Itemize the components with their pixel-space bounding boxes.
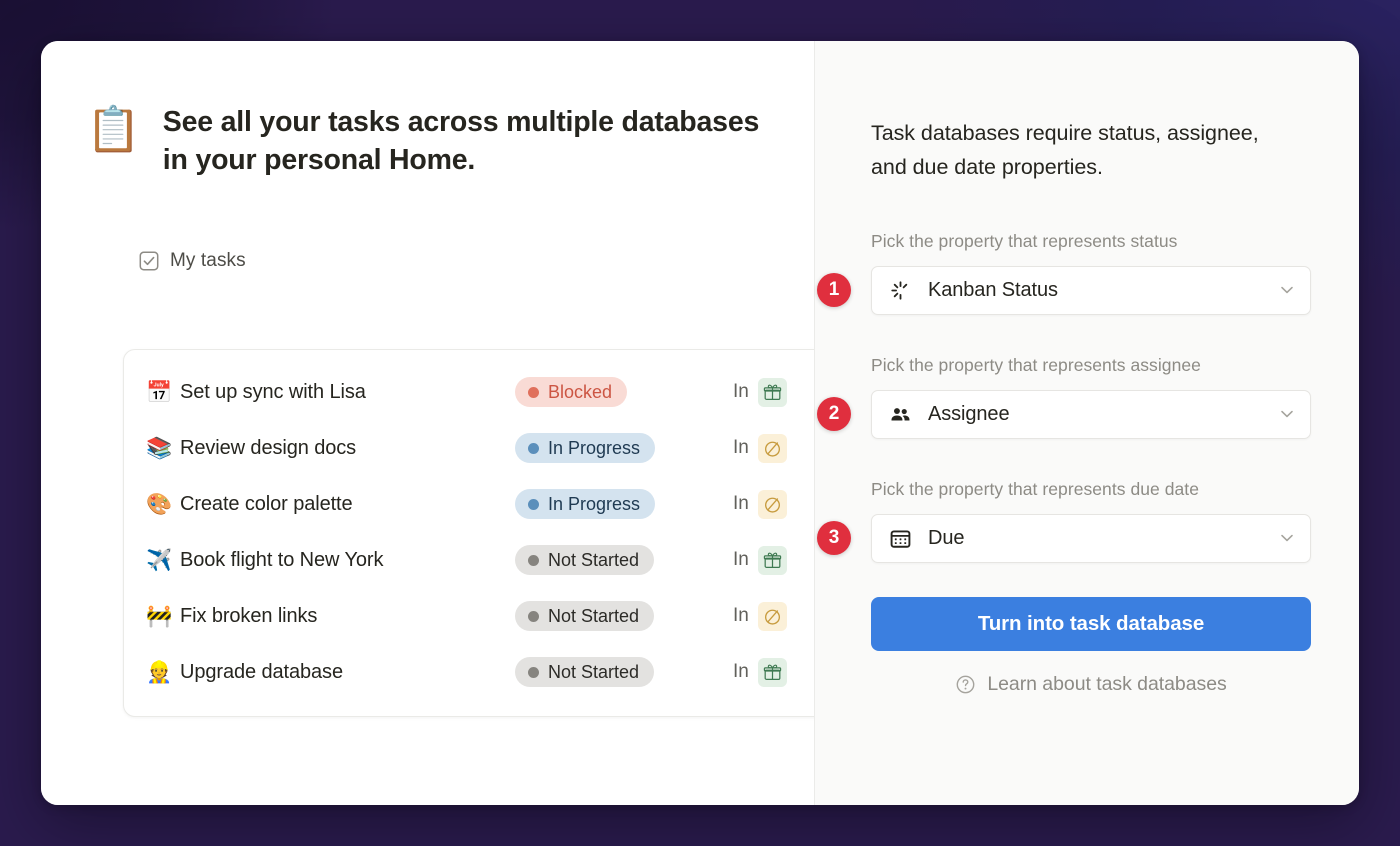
task-row[interactable]: ✈️ Book flight to New York Not Started In — [124, 532, 814, 588]
construction-worker-emoji: 👷 — [146, 660, 173, 684]
task-in-cell: In — [733, 601, 787, 631]
in-column-label: In — [733, 661, 749, 682]
gift-icon — [757, 657, 787, 687]
right-config-pane: Task databases require status, assignee,… — [815, 41, 1359, 805]
step-badge: 2 — [817, 397, 851, 432]
field-label: Pick the property that represents assign… — [871, 354, 1201, 375]
property-field-2: Pick the property that represents assign… — [817, 354, 1311, 439]
property-select[interactable]: Kanban Status — [871, 265, 1311, 315]
status-dot — [528, 498, 539, 510]
task-status-cell: Not Started — [515, 545, 705, 575]
checkbox-checked-icon — [139, 251, 159, 271]
status-dot — [528, 666, 539, 678]
status-badge[interactable]: Not Started — [515, 545, 655, 575]
property-select-value: Kanban Status — [928, 278, 1058, 301]
status-label: Not Started — [548, 549, 640, 570]
status-badge[interactable]: Blocked — [515, 377, 628, 407]
status-badge[interactable]: Not Started — [515, 657, 655, 687]
status-dot — [528, 554, 539, 566]
task-row[interactable]: 🚧 Fix broken links Not Started In — [124, 588, 814, 644]
in-column-label: In — [733, 605, 749, 626]
property-select[interactable]: Assignee — [871, 389, 1311, 439]
in-column-label: In — [733, 493, 749, 514]
chevron-down-icon — [1281, 535, 1293, 542]
property-field-1: Pick the property that represents status… — [817, 230, 1311, 315]
circle-slash-icon — [757, 489, 787, 519]
property-select-value: Assignee — [928, 402, 1010, 425]
task-title: Book flight to New York — [180, 548, 384, 571]
property-fields-container: Pick the property that represents status… — [817, 230, 1311, 563]
turn-into-task-database-button[interactable]: Turn into task database — [871, 596, 1311, 651]
in-column-label: In — [733, 381, 749, 402]
status-dot — [528, 610, 539, 622]
artist-palette-emoji: 🎨 — [146, 492, 173, 516]
task-in-cell: In — [733, 545, 787, 575]
task-row[interactable]: 👷 Upgrade database Not Started In — [124, 644, 814, 700]
my-tasks-header: My tasks — [139, 250, 814, 272]
status-label: In Progress — [548, 493, 641, 514]
task-title: Upgrade database — [180, 660, 343, 683]
clipboard-emoji: 📋 — [86, 105, 141, 154]
task-title: Create color palette — [180, 492, 353, 515]
status-dot — [528, 442, 539, 454]
config-intro-text: Task databases require status, assignee,… — [871, 121, 1259, 179]
task-title: Set up sync with Lisa — [180, 380, 366, 403]
calendar-icon — [888, 526, 912, 550]
page-title: See all your tasks across multiple datab… — [162, 106, 760, 177]
task-row[interactable]: 📚 Review design docs In Progress In — [124, 420, 814, 476]
onboarding-modal: 📋 See all your tasks across multiple dat… — [41, 41, 1359, 805]
learn-about-task-databases-link[interactable]: Learn about task databases — [871, 673, 1311, 696]
property-select[interactable]: Due — [871, 513, 1311, 563]
task-in-cell: In — [733, 489, 787, 519]
task-in-cell: In — [733, 377, 787, 407]
task-status-cell: In Progress — [515, 433, 705, 463]
task-status-cell: Blocked — [515, 377, 705, 407]
status-dot — [528, 386, 539, 398]
task-status-cell: Not Started — [515, 657, 705, 687]
status-badge[interactable]: Not Started — [515, 601, 655, 631]
status-label: Not Started — [548, 605, 640, 626]
chevron-down-icon — [1281, 287, 1293, 294]
spinner-status-icon — [888, 278, 912, 302]
task-row[interactable]: 🎨 Create color palette In Progress In — [124, 476, 814, 532]
property-select-value: Due — [928, 526, 965, 549]
status-badge[interactable]: In Progress — [515, 489, 656, 519]
books-emoji: 📚 — [146, 436, 173, 460]
status-label: Not Started — [548, 661, 640, 682]
task-in-cell: In — [733, 657, 787, 687]
field-label: Pick the property that represents due da… — [871, 478, 1199, 499]
task-status-cell: In Progress — [515, 489, 705, 519]
people-icon — [888, 402, 912, 426]
gift-icon — [757, 545, 787, 575]
airplane-emoji: ✈️ — [146, 548, 173, 572]
circle-slash-icon — [757, 601, 787, 631]
headline-row: 📋 See all your tasks across multiple dat… — [41, 41, 814, 180]
in-column-label: In — [733, 437, 749, 458]
property-field-3: Pick the property that represents due da… — [817, 478, 1311, 563]
field-label: Pick the property that represents status — [871, 230, 1178, 251]
status-label: In Progress — [548, 437, 641, 458]
construction-emoji: 🚧 — [146, 604, 173, 628]
learn-link-label: Learn about task databases — [987, 672, 1227, 695]
task-row[interactable]: 📅 Set up sync with Lisa Blocked In — [124, 364, 814, 420]
my-tasks-label: My tasks — [170, 249, 246, 271]
gift-icon — [757, 377, 787, 407]
question-circle-icon — [956, 675, 975, 694]
task-status-cell: Not Started — [515, 601, 705, 631]
task-in-cell: In — [733, 433, 787, 463]
status-label: Blocked — [548, 381, 613, 402]
task-title: Review design docs — [180, 436, 357, 459]
calendar-emoji: 📅 — [146, 380, 173, 404]
task-title: Fix broken links — [180, 604, 318, 627]
circle-slash-icon — [757, 433, 787, 463]
task-list-card: 📅 Set up sync with Lisa Blocked In 📚 Review d… — [123, 349, 814, 717]
chevron-down-icon — [1281, 411, 1293, 418]
in-column-label: In — [733, 549, 749, 570]
status-badge[interactable]: In Progress — [515, 433, 656, 463]
step-badge: 1 — [817, 273, 851, 308]
step-badge: 3 — [817, 521, 851, 556]
left-preview-pane: 📋 See all your tasks across multiple dat… — [41, 41, 815, 805]
